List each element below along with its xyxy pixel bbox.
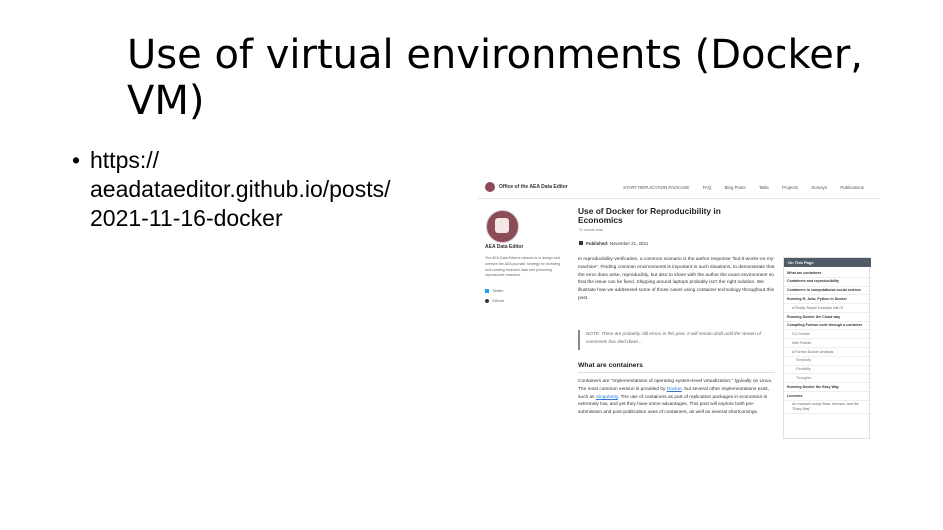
toc-item[interactable]: Running Docker the Cloud way	[784, 313, 871, 322]
toc-item[interactable]: Containers and reproducibility	[784, 278, 871, 287]
site-title[interactable]: Office of the AEA Data Editor	[499, 184, 568, 190]
nav-talks[interactable]: Talks	[759, 185, 769, 190]
sidebar-description: The AEA Data Editor's mission is to desi…	[485, 256, 561, 278]
toc-item[interactable]: A Fortran Docker Analysis	[784, 348, 871, 357]
nav-start-replication[interactable]: START REPLICATION PACKAGE	[623, 185, 689, 190]
docker-link[interactable]: Docker	[667, 387, 682, 392]
website-screenshot: Office of the AEA Data Editor START REPL…	[478, 176, 880, 439]
seal-icon	[495, 218, 509, 233]
toc-item[interactable]: CC Fortran	[784, 330, 871, 340]
slide-title: Use of virtual environments (Docker, VM)	[127, 32, 863, 124]
toc-item[interactable]: Licenses	[784, 392, 871, 401]
sidebar-link-github[interactable]: GitHub	[485, 299, 504, 303]
toc-header: On This Page	[784, 258, 871, 267]
intro-paragraph: In reproducibility verification, a commo…	[578, 257, 775, 301]
site-logo-icon[interactable]	[485, 182, 495, 192]
nav-blog-posts[interactable]: Blog Posts	[725, 185, 746, 190]
sidebar-link-twitter[interactable]: Twitter	[485, 289, 503, 293]
singularity-link[interactable]: Singularity	[596, 395, 618, 400]
toc-item[interactable]: Intel Fortran	[784, 339, 871, 349]
toc-item[interactable]: An example using Stata, licenses, and th…	[784, 401, 871, 415]
table-of-contents: On This Page What are containers Containe…	[783, 257, 871, 439]
section-divider	[578, 372, 775, 373]
nav-projects[interactable]: Projects	[782, 185, 798, 190]
bullet-item: • https:// aeadataeditor.github.io/posts…	[72, 146, 442, 233]
nav-surveys[interactable]: Surveys	[811, 185, 827, 190]
published-label: Published:	[586, 241, 609, 246]
published-date-value: November 21, 2021	[609, 241, 649, 246]
twitter-label: Twitter	[492, 289, 504, 293]
sidebar-name: AEA Data Editor	[485, 244, 524, 250]
nav-publications[interactable]: Publications	[840, 185, 864, 190]
toc-item[interactable]: Compiling Fortran code through a contain…	[784, 322, 871, 331]
section-heading: What are containers	[578, 362, 643, 369]
toc-item[interactable]: Flexibility	[784, 366, 871, 375]
read-time: 21 minute read	[579, 228, 603, 232]
toc-item[interactable]: Simplicity	[784, 357, 871, 366]
url-line-2: aeadataeditor.github.io/posts/	[90, 176, 391, 202]
toc-item[interactable]: A Really Simple Example with R	[784, 304, 871, 313]
site-header: Office of the AEA Data Editor START REPL…	[478, 176, 880, 199]
published-date: Published: November 21, 2021	[579, 241, 648, 246]
github-label: GitHub	[492, 299, 504, 303]
url-line-1: https://	[90, 147, 160, 173]
site-nav: START REPLICATION PACKAGE FAQ Blog Posts…	[611, 185, 864, 190]
bullet-marker: •	[72, 147, 81, 173]
url-text: https:// aeadataeditor.github.io/posts/ …	[90, 146, 442, 233]
toc-item[interactable]: Containers in computational social scien…	[784, 287, 871, 296]
nav-faq[interactable]: FAQ	[703, 185, 712, 190]
toc-header-label: On This Page	[788, 260, 814, 265]
avatar	[486, 210, 519, 243]
calendar-icon	[579, 241, 583, 245]
toc-list: What are containers Containers and reprod…	[784, 269, 871, 415]
url-line-3: 2021-11-16-docker	[90, 205, 283, 231]
github-icon	[485, 299, 489, 303]
draft-note: NOTE: There are probably still errors in…	[578, 330, 774, 350]
containers-paragraph: Containers are "implementations of opera…	[578, 378, 778, 417]
toc-item[interactable]: What are containers	[784, 269, 871, 278]
twitter-icon	[485, 289, 489, 293]
toc-item[interactable]: Running Docker the Easy Way	[784, 383, 871, 392]
toc-item[interactable]: Running R, Julia, Python in Docker	[784, 295, 871, 305]
toc-item[interactable]: Thoughts	[784, 374, 871, 384]
post-title: Use of Docker for Reproducibility in Eco…	[578, 206, 721, 225]
